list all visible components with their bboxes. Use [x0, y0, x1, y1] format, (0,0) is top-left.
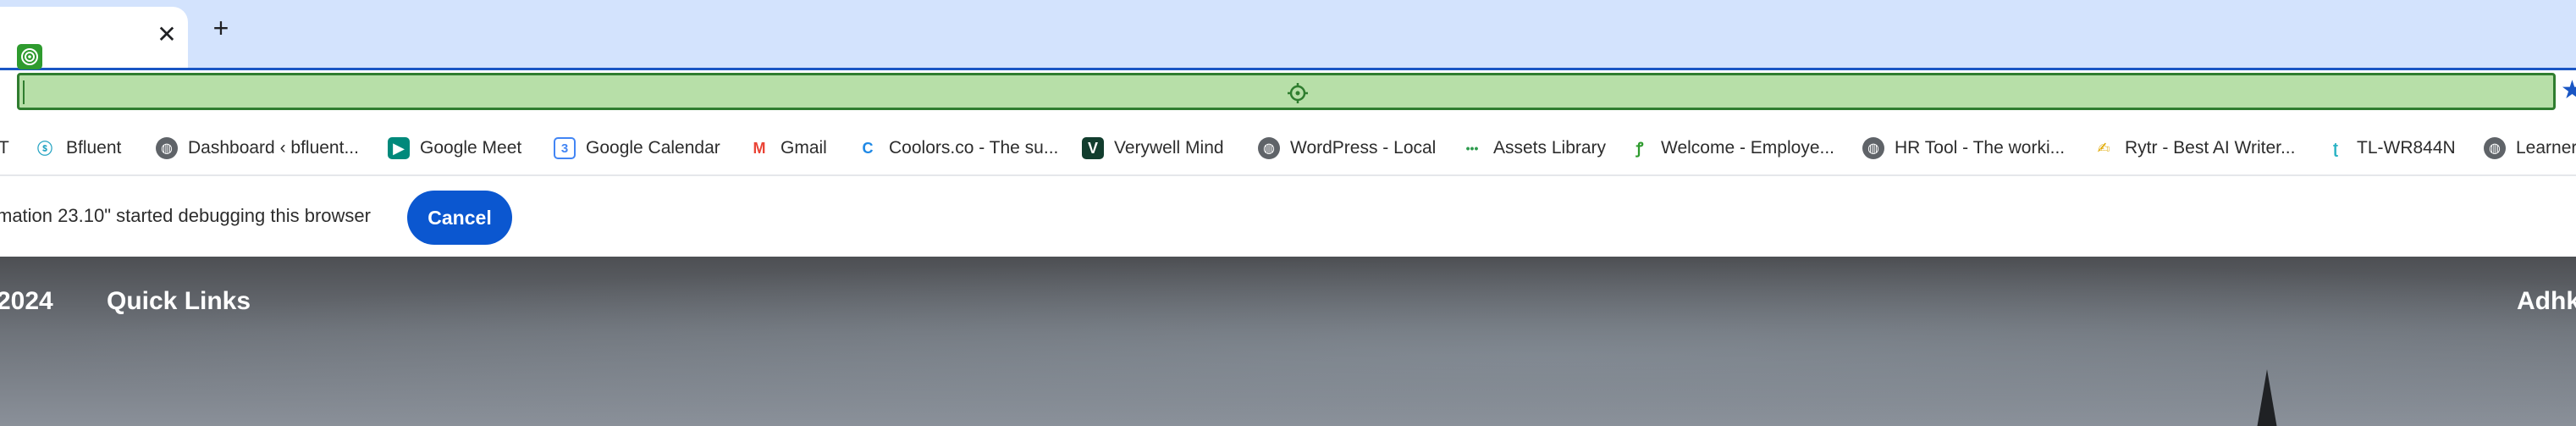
rytr-icon: ✍	[2097, 139, 2110, 157]
cancel-button[interactable]: Cancel	[407, 191, 512, 245]
link-icon: ꝭ	[1636, 140, 1644, 157]
bookmark-label: WordPress - Local	[1290, 138, 1437, 158]
bookmark-item[interactable]: ✍ Rytr - Best AI Writer...	[2093, 136, 2295, 161]
bookmark-label: T	[0, 138, 9, 158]
google-meet-icon: ▶	[388, 137, 410, 159]
nav-right-link[interactable]: Adhk	[2517, 287, 2576, 316]
bookmark-label: Assets Library	[1493, 138, 1607, 158]
debugging-infobar: mation 23.10" started debugging this bro…	[0, 176, 2576, 257]
page-hero: 2024 Quick Links Adhk	[0, 257, 2576, 426]
nav-year-link[interactable]: 2024	[0, 287, 53, 316]
bookmark-label: Google Meet	[420, 138, 522, 158]
globe-icon: ◍	[1258, 137, 1280, 159]
assets-icon: •••	[1465, 141, 1479, 155]
bookmark-item[interactable]: ◍ Learner	[2484, 136, 2576, 161]
globe-icon: ◍	[2484, 137, 2506, 159]
globe-icon: ◍	[156, 137, 178, 159]
bookmark-item[interactable]: M Gmail	[748, 136, 827, 161]
bookmark-star-icon[interactable]: ★	[2561, 78, 2576, 103]
bookmark-label: Learner	[2516, 138, 2576, 158]
bookmark-item[interactable]: ▶ Google Meet	[388, 136, 521, 161]
bookmark-item[interactable]: V Verywell Mind	[1082, 136, 1224, 161]
bookmark-label: HR Tool - The worki...	[1895, 138, 2066, 158]
infobar-message: mation 23.10" started debugging this bro…	[0, 205, 371, 226]
hero-spire-shape	[2257, 369, 2277, 426]
bookmark-label: Bfluent	[66, 138, 122, 158]
extension-target-icon[interactable]	[17, 44, 42, 69]
globe-icon: ◍	[1862, 137, 1884, 159]
tplink-icon: ʈ	[2333, 139, 2338, 157]
bookmark-label: Coolors.co - The su...	[889, 138, 1059, 158]
toolbar: ★	[0, 44, 2576, 120]
new-tab-button[interactable]: +	[207, 14, 235, 42]
bookmark-item[interactable]: ʈ TL-WR844N	[2325, 136, 2456, 161]
bookmark-item[interactable]: ◍ WordPress - Local	[1258, 136, 1436, 161]
bookmark-item[interactable]: ⓢ Bfluent	[34, 136, 121, 161]
bookmark-label: Google Calendar	[586, 138, 720, 158]
nav-quick-links[interactable]: Quick Links	[107, 287, 251, 316]
verywell-icon: V	[1082, 137, 1104, 159]
bookmark-item[interactable]: ◍ HR Tool - The worki...	[1862, 136, 2065, 161]
address-bar[interactable]	[17, 73, 2556, 110]
bookmark-item[interactable]: ◍ Dashboard ‹ bfluent...	[156, 136, 359, 161]
google-calendar-icon: 3	[554, 137, 576, 159]
gmail-icon: M	[753, 139, 766, 157]
bookmark-label: TL-WR844N	[2357, 138, 2456, 158]
bookmark-label: Dashboard ‹ bfluent...	[188, 138, 359, 158]
close-tab-icon[interactable]: ✕	[154, 22, 179, 47]
coolors-icon: C	[862, 139, 874, 157]
bookmark-item[interactable]: C Coolors.co - The su...	[857, 136, 1059, 161]
bookmark-label: Rytr - Best AI Writer...	[2125, 138, 2296, 158]
bookmark-item[interactable]: 3 Google Calendar	[554, 136, 720, 161]
bookmark-label: Welcome - Employe...	[1661, 138, 1835, 158]
bookmark-label: Gmail	[781, 138, 827, 158]
text-caret	[23, 80, 25, 104]
bookmark-label: Verywell Mind	[1114, 138, 1224, 158]
bookmark-item[interactable]: ꝭ Welcome - Employe...	[1629, 136, 1834, 161]
bookmark-item[interactable]: T	[0, 136, 9, 161]
crosshair-icon	[1288, 83, 1308, 103]
tab-strip: ✕ +	[0, 0, 2576, 68]
bookmarks-bar: T ⓢ Bfluent ◍ Dashboard ‹ bfluent... ▶ G…	[0, 120, 2576, 176]
bfluent-icon: ⓢ	[37, 141, 52, 158]
bookmark-item[interactable]: ••• Assets Library	[1461, 136, 1606, 161]
toolbar-highlight	[0, 68, 2576, 70]
